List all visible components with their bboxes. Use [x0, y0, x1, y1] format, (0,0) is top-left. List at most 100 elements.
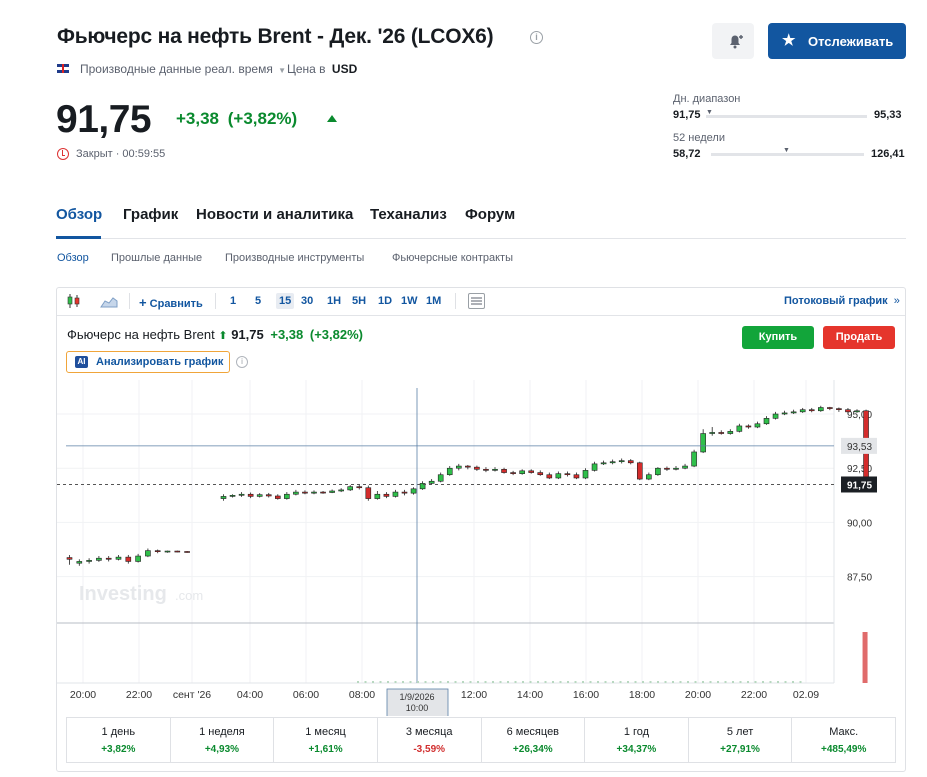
tab-news[interactable]: Новости и аналитика [196, 206, 353, 223]
performance-cell[interactable]: 1 год +34,37% [585, 718, 689, 762]
day-range-low: 91,75 [673, 109, 701, 121]
interval-1w[interactable]: 1W [401, 295, 418, 307]
candle [519, 470, 525, 474]
interval-1[interactable]: 1 [230, 295, 236, 307]
performance-cell[interactable]: 6 месяцев +26,34% [482, 718, 586, 762]
bell-plus-icon [730, 35, 743, 49]
candle [854, 410, 860, 413]
candle [664, 467, 670, 470]
subtab-historical[interactable]: Прошлые данные [111, 252, 202, 264]
performance-cell[interactable]: 1 месяц +1,61% [274, 718, 378, 762]
candle [302, 491, 308, 494]
candle [115, 556, 122, 560]
streaming-chart-link[interactable]: Потоковый график » [784, 295, 900, 307]
candle [135, 555, 141, 562]
tab-overview[interactable]: Обзор [56, 206, 102, 223]
volume-bar [507, 681, 509, 683]
instrument-name: Фьючерс на нефть Brent [67, 327, 215, 342]
volume-bar [792, 681, 794, 683]
buy-button[interactable]: Купить [742, 326, 814, 349]
price-chart[interactable]: 95,0092,5090,0087,50Investing .com93,5391… [57, 380, 905, 716]
area-chart-glyph [100, 297, 118, 308]
y-tick-label: 90,00 [847, 518, 872, 529]
performance-period: 6 месяцев [506, 726, 560, 738]
candle [609, 461, 616, 464]
candle [618, 460, 625, 463]
investing-watermark: Investing [79, 583, 167, 605]
candle [275, 495, 281, 499]
performance-cell[interactable]: 1 день +3,82% [67, 718, 171, 762]
tab-chart[interactable]: График [123, 206, 178, 223]
page-title: Фьючерс на нефть Brent - Дек. '26 (LCOX6… [57, 25, 494, 48]
volume-bar [627, 681, 629, 683]
candle [745, 425, 752, 428]
candle [455, 465, 462, 469]
info-icon[interactable]: i [530, 31, 543, 44]
sell-button[interactable]: Продать [823, 326, 895, 349]
volume-bar [862, 632, 868, 683]
candle [736, 425, 743, 432]
volume-bar [724, 681, 727, 683]
candle [311, 491, 317, 494]
candle [293, 491, 299, 495]
candle [86, 560, 92, 562]
follow-button[interactable]: ★ Отслеживать [768, 23, 906, 59]
add-alert-button[interactable] [712, 23, 754, 59]
data-type-dropdown[interactable]: Производные данные реал. время ▼ [80, 62, 286, 76]
subtab-derivatives[interactable]: Производные инструменты [225, 252, 364, 264]
interval-1h[interactable]: 1H [327, 295, 341, 307]
tab-forum[interactable]: Форум [465, 206, 515, 223]
subtab-overview[interactable]: Обзор [57, 252, 89, 264]
interval-1m[interactable]: 1M [426, 295, 441, 307]
volume-bar [754, 681, 757, 683]
week52-low: 58,72 [673, 148, 701, 160]
volume-bar [589, 681, 592, 683]
week52-high: 126,41 [871, 148, 905, 160]
candle [174, 550, 181, 553]
streaming-chart-label: Потоковый график [784, 295, 888, 307]
candle [474, 466, 480, 470]
tab-technical[interactable]: Теханализ [370, 206, 447, 223]
interval-5[interactable]: 5 [255, 295, 261, 307]
day-range-high: 95,33 [874, 109, 902, 121]
chevron-down-icon: ▼ [278, 66, 287, 75]
analyze-chart-button[interactable]: AI Анализировать график [66, 351, 230, 373]
x-tick-label: 08:00 [349, 689, 375, 701]
volume-bar [552, 681, 554, 683]
arrow-up-icon: ⬆ [218, 330, 228, 342]
info-icon[interactable]: i [236, 356, 248, 368]
toolbar-divider [129, 293, 130, 309]
interval-15[interactable]: 15 [276, 293, 295, 309]
subtab-futures[interactable]: Фьючерсные контракты [392, 252, 513, 264]
candle [781, 412, 788, 415]
candle [845, 409, 851, 413]
performance-cell[interactable]: Макс. +485,49% [792, 718, 895, 762]
volume-bar [469, 681, 472, 683]
volume-bar [402, 681, 404, 683]
compare-button[interactable]: + Сравнить [139, 295, 203, 310]
volume-bar [747, 681, 749, 683]
candle [501, 469, 507, 473]
candle [154, 550, 161, 553]
candle [790, 411, 797, 414]
performance-cell[interactable]: 3 месяца -3,59% [378, 718, 482, 762]
interval-5h[interactable]: 5H [352, 295, 366, 307]
performance-cell[interactable]: 1 неделя +4,93% [171, 718, 275, 762]
candle [600, 462, 607, 465]
candle [709, 432, 716, 434]
candle [96, 557, 102, 561]
interval-30[interactable]: 30 [301, 295, 313, 307]
table-view-icon[interactable] [468, 293, 485, 309]
candle [564, 473, 571, 476]
volume-bar [529, 681, 532, 683]
candlestick-icon[interactable] [66, 292, 82, 310]
performance-value: +485,49% [821, 744, 867, 755]
day-range-marker: ▼ [706, 109, 713, 116]
candle [808, 409, 815, 412]
performance-cell[interactable]: 5 лет +27,91% [689, 718, 793, 762]
area-chart-icon[interactable] [100, 292, 118, 310]
candle [827, 407, 833, 409]
interval-1d[interactable]: 1D [378, 295, 392, 307]
candle [320, 491, 326, 494]
investing-watermark-domain: .com [175, 588, 203, 603]
